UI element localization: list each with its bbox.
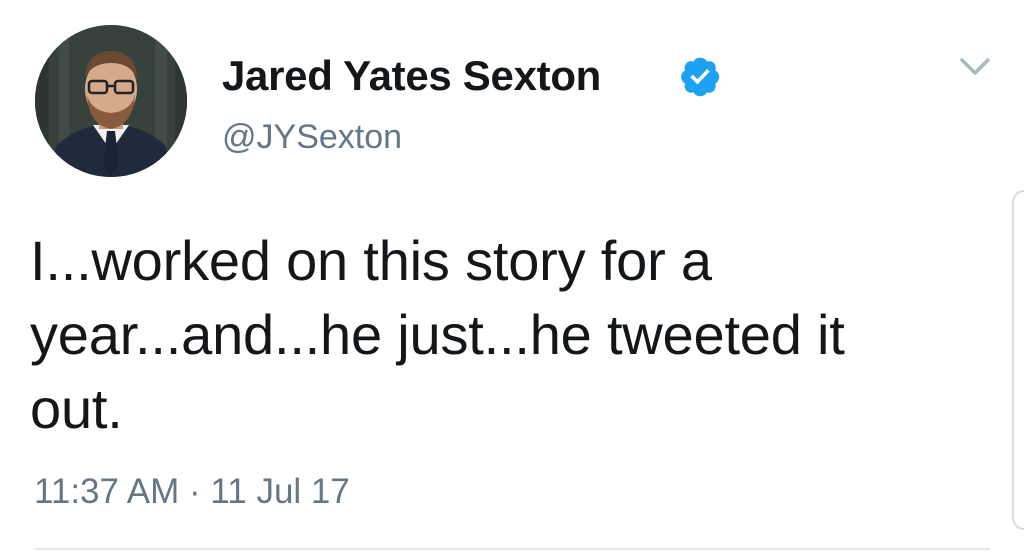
display-name[interactable]: Jared Yates Sexton <box>222 50 601 102</box>
tweet-card: Jared Yates Sexton @JYSexton I...worked … <box>0 0 1024 556</box>
side-panel-edge <box>1012 190 1024 530</box>
chevron-down-icon[interactable] <box>958 54 992 78</box>
tweet-text-line: I...worked on this story for a <box>30 229 712 292</box>
tweet-text: I...worked on this story for a year...an… <box>30 224 970 446</box>
profile-photo-icon <box>35 25 187 177</box>
user-handle[interactable]: @JYSexton <box>222 115 402 159</box>
tweet-text-line: year...and...he just...he tweeted it <box>30 303 845 366</box>
divider <box>35 548 990 550</box>
avatar[interactable] <box>35 25 187 177</box>
verified-badge-icon <box>681 57 720 97</box>
tweet-text-line: out. <box>30 377 123 440</box>
tweet-timestamp[interactable]: 11:37 AM · 11 Jul 17 <box>34 470 350 514</box>
